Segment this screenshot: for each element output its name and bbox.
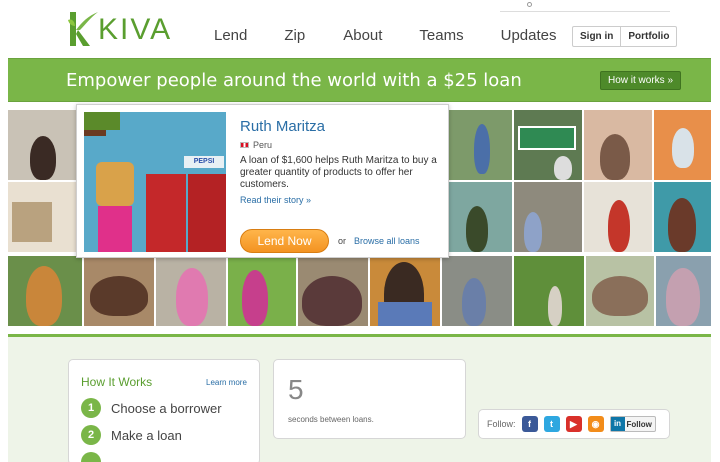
follow-bar: Follow: f t ▶ ◉ in Follow (478, 409, 670, 439)
borrower-photo[interactable] (156, 256, 226, 326)
account-links: Sign in Portfolio (572, 26, 678, 47)
nav-updates[interactable]: Updates (501, 27, 557, 44)
twitter-icon[interactable]: t (543, 416, 560, 432)
or-label: or (338, 236, 347, 246)
logo-text: KIVA (98, 13, 173, 46)
borrower-photo[interactable] (654, 182, 711, 252)
borrower-photo[interactable] (370, 256, 440, 326)
banner-headline: Empower people around the world with a $… (66, 70, 522, 91)
hero-banner: Empower people around the world with a $… (8, 58, 711, 102)
borrower-photo[interactable] (84, 256, 154, 326)
step-text: Make a loan (111, 427, 182, 443)
read-story-link[interactable]: Read their story » (240, 195, 311, 205)
learn-more-link[interactable]: Learn more (206, 378, 247, 387)
nav-teams[interactable]: Teams (419, 27, 463, 44)
borrower-photo[interactable] (586, 256, 654, 326)
youtube-icon[interactable]: ▶ (565, 416, 582, 432)
peru-flag-icon (240, 142, 249, 148)
borrower-photo[interactable] (654, 110, 711, 180)
borrower-photo[interactable] (584, 182, 652, 252)
step-text: Choose a borrower (111, 400, 222, 416)
step-item: 1 Choose a borrower (81, 398, 222, 418)
portfolio-link[interactable]: Portfolio (620, 27, 676, 46)
borrower-photo[interactable] (298, 256, 368, 326)
how-it-works-button[interactable]: How it works » (600, 71, 682, 90)
borrower-photo[interactable] (514, 256, 584, 326)
header-search-strip[interactable] (500, 0, 670, 12)
nav-zip[interactable]: Zip (284, 27, 305, 44)
borrower-photo[interactable] (8, 256, 82, 326)
browse-all-loans-link[interactable]: Browse all loans (354, 236, 420, 246)
site-header: KIVA Lend Zip About Teams Updates Sign i… (0, 0, 720, 58)
step-item (81, 452, 111, 462)
kiva-logo[interactable]: KIVA (66, 8, 172, 48)
follow-label: Follow: (487, 419, 516, 429)
info-section: How It Works Learn more 1 Choose a borro… (8, 334, 711, 462)
kiva-leaf-k-icon (68, 12, 98, 46)
timer-label: seconds between loans. (288, 415, 374, 424)
step-number (81, 452, 101, 462)
search-icon (527, 2, 532, 7)
pepsi-label: PEPSI (184, 156, 224, 168)
nav-lend[interactable]: Lend (214, 27, 247, 44)
borrower-photo[interactable] (8, 110, 76, 180)
step-item: 2 Make a loan (81, 425, 182, 445)
linkedin-icon: in (610, 417, 625, 431)
borrower-photo[interactable] (514, 110, 582, 180)
nav-about[interactable]: About (343, 27, 382, 44)
borrower-photo[interactable] (8, 182, 76, 252)
borrower-photo[interactable] (656, 256, 711, 326)
borrower-name[interactable]: Ruth Maritza (240, 118, 325, 135)
borrower-photo[interactable] (514, 182, 582, 252)
linkedin-follow-label: Follow (626, 419, 652, 429)
loan-timer-box: 5 seconds between loans. (273, 359, 466, 439)
featured-borrower-card: PEPSI Ruth Maritza Peru A loan of $1,600… (76, 104, 449, 258)
step-number: 2 (81, 425, 101, 445)
rss-icon[interactable]: ◉ (587, 416, 604, 432)
how-it-works-title: How It Works (81, 375, 153, 389)
country-label: Peru (253, 140, 273, 150)
borrower-country: Peru (240, 140, 272, 150)
timer-value: 5 (288, 374, 304, 405)
step-number: 1 (81, 398, 101, 418)
featured-borrower-photo[interactable]: PEPSI (84, 112, 226, 252)
lend-now-button[interactable]: Lend Now (240, 229, 329, 253)
loan-description: A loan of $1,600 helps Ruth Maritza to b… (240, 155, 437, 190)
borrower-photo[interactable] (448, 182, 512, 252)
linkedin-follow-button[interactable]: in Follow (609, 416, 656, 432)
how-it-works-box: How It Works Learn more 1 Choose a borro… (68, 359, 260, 462)
borrower-photo[interactable] (442, 256, 512, 326)
borrower-photo[interactable] (228, 256, 296, 326)
main-nav: Lend Zip About Teams Updates (214, 27, 593, 44)
borrower-photo[interactable] (584, 110, 652, 180)
facebook-icon[interactable]: f (521, 416, 538, 432)
sign-in-link[interactable]: Sign in (573, 27, 620, 46)
borrower-photo[interactable] (448, 110, 512, 180)
